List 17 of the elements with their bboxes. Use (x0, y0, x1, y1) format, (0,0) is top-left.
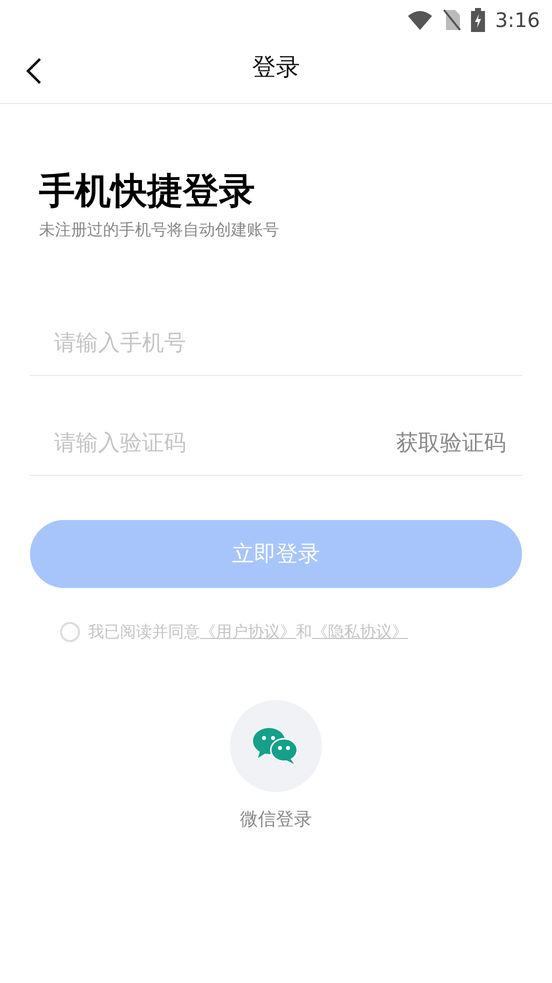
code-field[interactable]: 请输入验证码 (30, 427, 396, 460)
back-icon[interactable] (24, 56, 44, 86)
page-title: 登录 (252, 52, 300, 82)
agreement-text: 我已阅读并同意《用户协议》和《隐私协议》 (88, 621, 408, 643)
status-time: 3:16 (495, 7, 540, 34)
phone-field[interactable]: 请输入手机号 (30, 327, 522, 360)
get-code-button[interactable]: 获取验证码 (396, 427, 522, 460)
no-sim-icon (443, 9, 462, 31)
chat-bubbles-icon (252, 727, 300, 765)
heading: 手机快捷登录 (39, 170, 256, 214)
wechat-login-label: 微信登录 (240, 808, 312, 832)
checkbox[interactable] (60, 622, 80, 642)
subtitle: 未注册过的手机号将自动创建账号 (39, 219, 280, 241)
wifi-icon (407, 10, 434, 30)
user-agreement-link[interactable]: 《用户协议》 (200, 622, 296, 641)
battery-icon (471, 8, 486, 32)
privacy-agreement-link[interactable]: 《隐私协议》 (312, 622, 408, 641)
